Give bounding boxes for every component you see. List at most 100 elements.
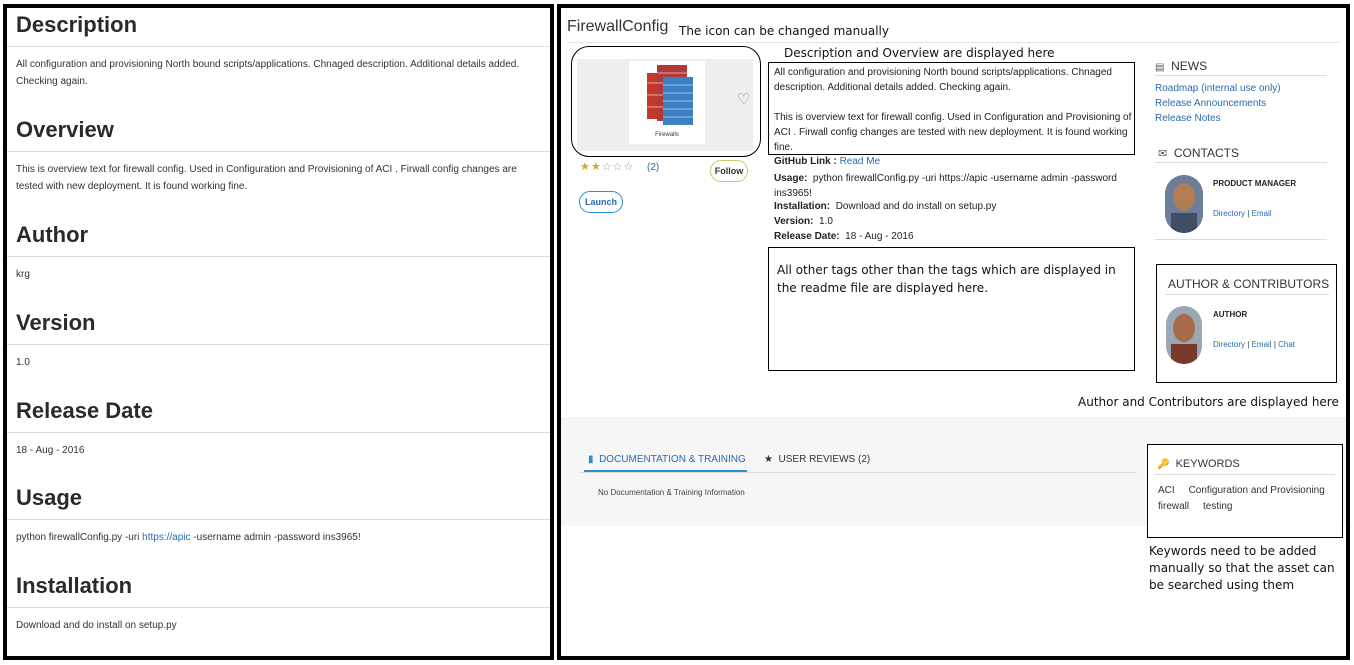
tab-label: USER REVIEWS (2) xyxy=(778,454,871,465)
readme-section-author: Author krg xyxy=(7,220,550,283)
section-body: This is overview text for firewall confi… xyxy=(16,164,517,192)
usage-value: python firewallConfig.py -uri https://ap… xyxy=(774,173,1117,199)
section-heading: Usage xyxy=(16,485,83,510)
description-text: All configuration and provisioning North… xyxy=(774,67,1112,93)
divider xyxy=(7,46,550,47)
keyword-tag[interactable]: firewall xyxy=(1158,501,1189,512)
author-role: AUTHOR xyxy=(1213,310,1248,319)
github-label: GitHub Link : xyxy=(774,156,837,167)
divider xyxy=(7,344,550,345)
chat-link[interactable]: Chat xyxy=(1278,340,1295,349)
divider xyxy=(7,607,550,608)
star-empty-icon[interactable]: ☆ xyxy=(613,161,624,173)
section-body: krg xyxy=(16,269,30,280)
readme-section-description: Description All configuration and provis… xyxy=(7,10,550,90)
divider xyxy=(7,151,550,152)
section-heading: Release Date xyxy=(16,398,153,423)
section-body: python firewallConfig.py -uri https://ap… xyxy=(16,529,550,546)
news-link-release-announcements[interactable]: Release Announcements xyxy=(1155,98,1266,109)
tabs-divider xyxy=(579,472,1137,473)
divider xyxy=(1165,294,1329,295)
contacts-title: CONTACTS xyxy=(1173,146,1239,160)
tab-documentation-training[interactable]: ▮ DOCUMENTATION & TRAINING xyxy=(588,454,746,465)
news-link-release-notes[interactable]: Release Notes xyxy=(1155,113,1221,124)
installation-row: Installation: Download and do install on… xyxy=(774,201,996,212)
star-filled-icon[interactable]: ★ xyxy=(591,161,602,173)
section-body: All configuration and provisioning North… xyxy=(16,59,520,87)
version-value: 1.0 xyxy=(819,216,833,227)
star-empty-icon[interactable]: ☆ xyxy=(624,161,635,173)
github-row: GitHub Link : Read Me xyxy=(774,156,880,167)
section-heading: Description xyxy=(16,12,138,37)
star-empty-icon[interactable]: ☆ xyxy=(602,161,613,173)
keyword-tag[interactable]: ACI xyxy=(1158,485,1175,496)
divider xyxy=(1155,239,1327,240)
readme-section-overview: Overview This is overview text for firew… xyxy=(7,115,550,195)
section-heading: Installation xyxy=(16,573,133,598)
contact-links: Directory | Email xyxy=(1213,209,1272,218)
divider xyxy=(7,519,550,520)
rating-stars[interactable]: ★★☆☆☆ xyxy=(580,160,634,173)
tags-annotation: All other tags other than the tags which… xyxy=(777,263,1116,295)
usage-label: Usage: xyxy=(774,173,808,184)
section-body: 1.0 xyxy=(16,357,30,368)
news-header: ▤ NEWS xyxy=(1155,59,1207,73)
avatar xyxy=(1166,306,1202,364)
directory-link[interactable]: Directory xyxy=(1213,209,1245,218)
version-row: Version: 1.0 xyxy=(774,216,833,227)
installation-label: Installation: xyxy=(774,201,831,212)
readme-section-release-date: Release Date 18 - Aug - 2016 xyxy=(7,396,550,459)
release-date-row: Release Date: 18 - Aug - 2016 xyxy=(774,231,914,242)
rating-count[interactable]: (2) xyxy=(647,162,659,173)
section-body: 18 - Aug - 2016 xyxy=(16,445,85,456)
news-title: NEWS xyxy=(1171,59,1208,73)
release-date-label: Release Date: xyxy=(774,231,840,242)
readme-link[interactable]: Read Me xyxy=(840,156,881,167)
description-annotation: Description and Overview are displayed h… xyxy=(784,46,1055,60)
email-link[interactable]: Email xyxy=(1252,209,1272,218)
icon-annotation-frame xyxy=(571,46,761,157)
divider xyxy=(7,256,550,257)
keywords-title: KEYWORDS xyxy=(1175,458,1240,470)
document-icon: ▮ xyxy=(588,454,594,465)
keyword-tag[interactable]: Configuration and Provisioning xyxy=(1189,485,1325,496)
keywords-header: 🔑 KEYWORDS xyxy=(1157,458,1240,470)
contact-role: PRODUCT MANAGER xyxy=(1213,179,1297,188)
readme-section-usage: Usage python firewallConfig.py -uri http… xyxy=(7,483,550,546)
keyword-tag[interactable]: testing xyxy=(1203,501,1232,512)
news-link-roadmap[interactable]: Roadmap (internal use only) xyxy=(1155,83,1281,94)
asset-page-panel: FirewallConfig The icon can be changed m… xyxy=(557,4,1350,660)
favorite-heart-icon[interactable]: ♡ xyxy=(737,90,750,108)
icon-annotation: The icon can be changed manually xyxy=(679,24,889,38)
email-link[interactable]: Email xyxy=(1252,340,1272,349)
author-links: Directory | Email | Chat xyxy=(1213,340,1296,349)
usage-row: Usage: python firewallConfig.py -uri htt… xyxy=(774,171,1129,201)
release-date-value: 18 - Aug - 2016 xyxy=(845,231,914,242)
keywords-annotation: Keywords need to be added manually so th… xyxy=(1149,544,1335,592)
divider xyxy=(1155,162,1327,163)
readme-panel: Description All configuration and provis… xyxy=(3,4,554,660)
section-body: Download and do install on setup.py xyxy=(16,620,177,631)
divider xyxy=(7,432,550,433)
contacts-header: ✉ CONTACTS xyxy=(1158,146,1239,160)
empty-state-text: No Documentation & Training Information xyxy=(598,488,745,497)
usage-text-after: -username admin -password ins3965! xyxy=(190,532,361,543)
directory-link[interactable]: Directory xyxy=(1213,340,1245,349)
star-filled-icon[interactable]: ★ xyxy=(580,161,591,173)
tab-label: DOCUMENTATION & TRAINING xyxy=(599,454,746,465)
authors-annotation: Author and Contributors are displayed he… xyxy=(1078,395,1339,409)
newspaper-icon: ▤ xyxy=(1155,62,1165,73)
description-overview-block: All configuration and provisioning North… xyxy=(774,65,1132,155)
authors-header: AUTHOR & CONTRIBUTORS xyxy=(1168,277,1330,291)
installation-value: Download and do install on setup.py xyxy=(835,201,997,212)
usage-uri-link[interactable]: https://apic xyxy=(142,532,190,543)
launch-button[interactable]: Launch xyxy=(579,191,623,213)
follow-button[interactable]: Follow xyxy=(710,160,748,182)
readme-section-installation: Installation Download and do install on … xyxy=(7,571,550,634)
active-tab-indicator xyxy=(584,470,747,472)
readme-section-version: Version 1.0 xyxy=(7,308,550,371)
tab-user-reviews[interactable]: ★ USER REVIEWS (2) xyxy=(764,454,870,465)
avatar xyxy=(1165,175,1203,233)
envelope-icon: ✉ xyxy=(1158,148,1168,160)
divider xyxy=(567,42,1340,43)
